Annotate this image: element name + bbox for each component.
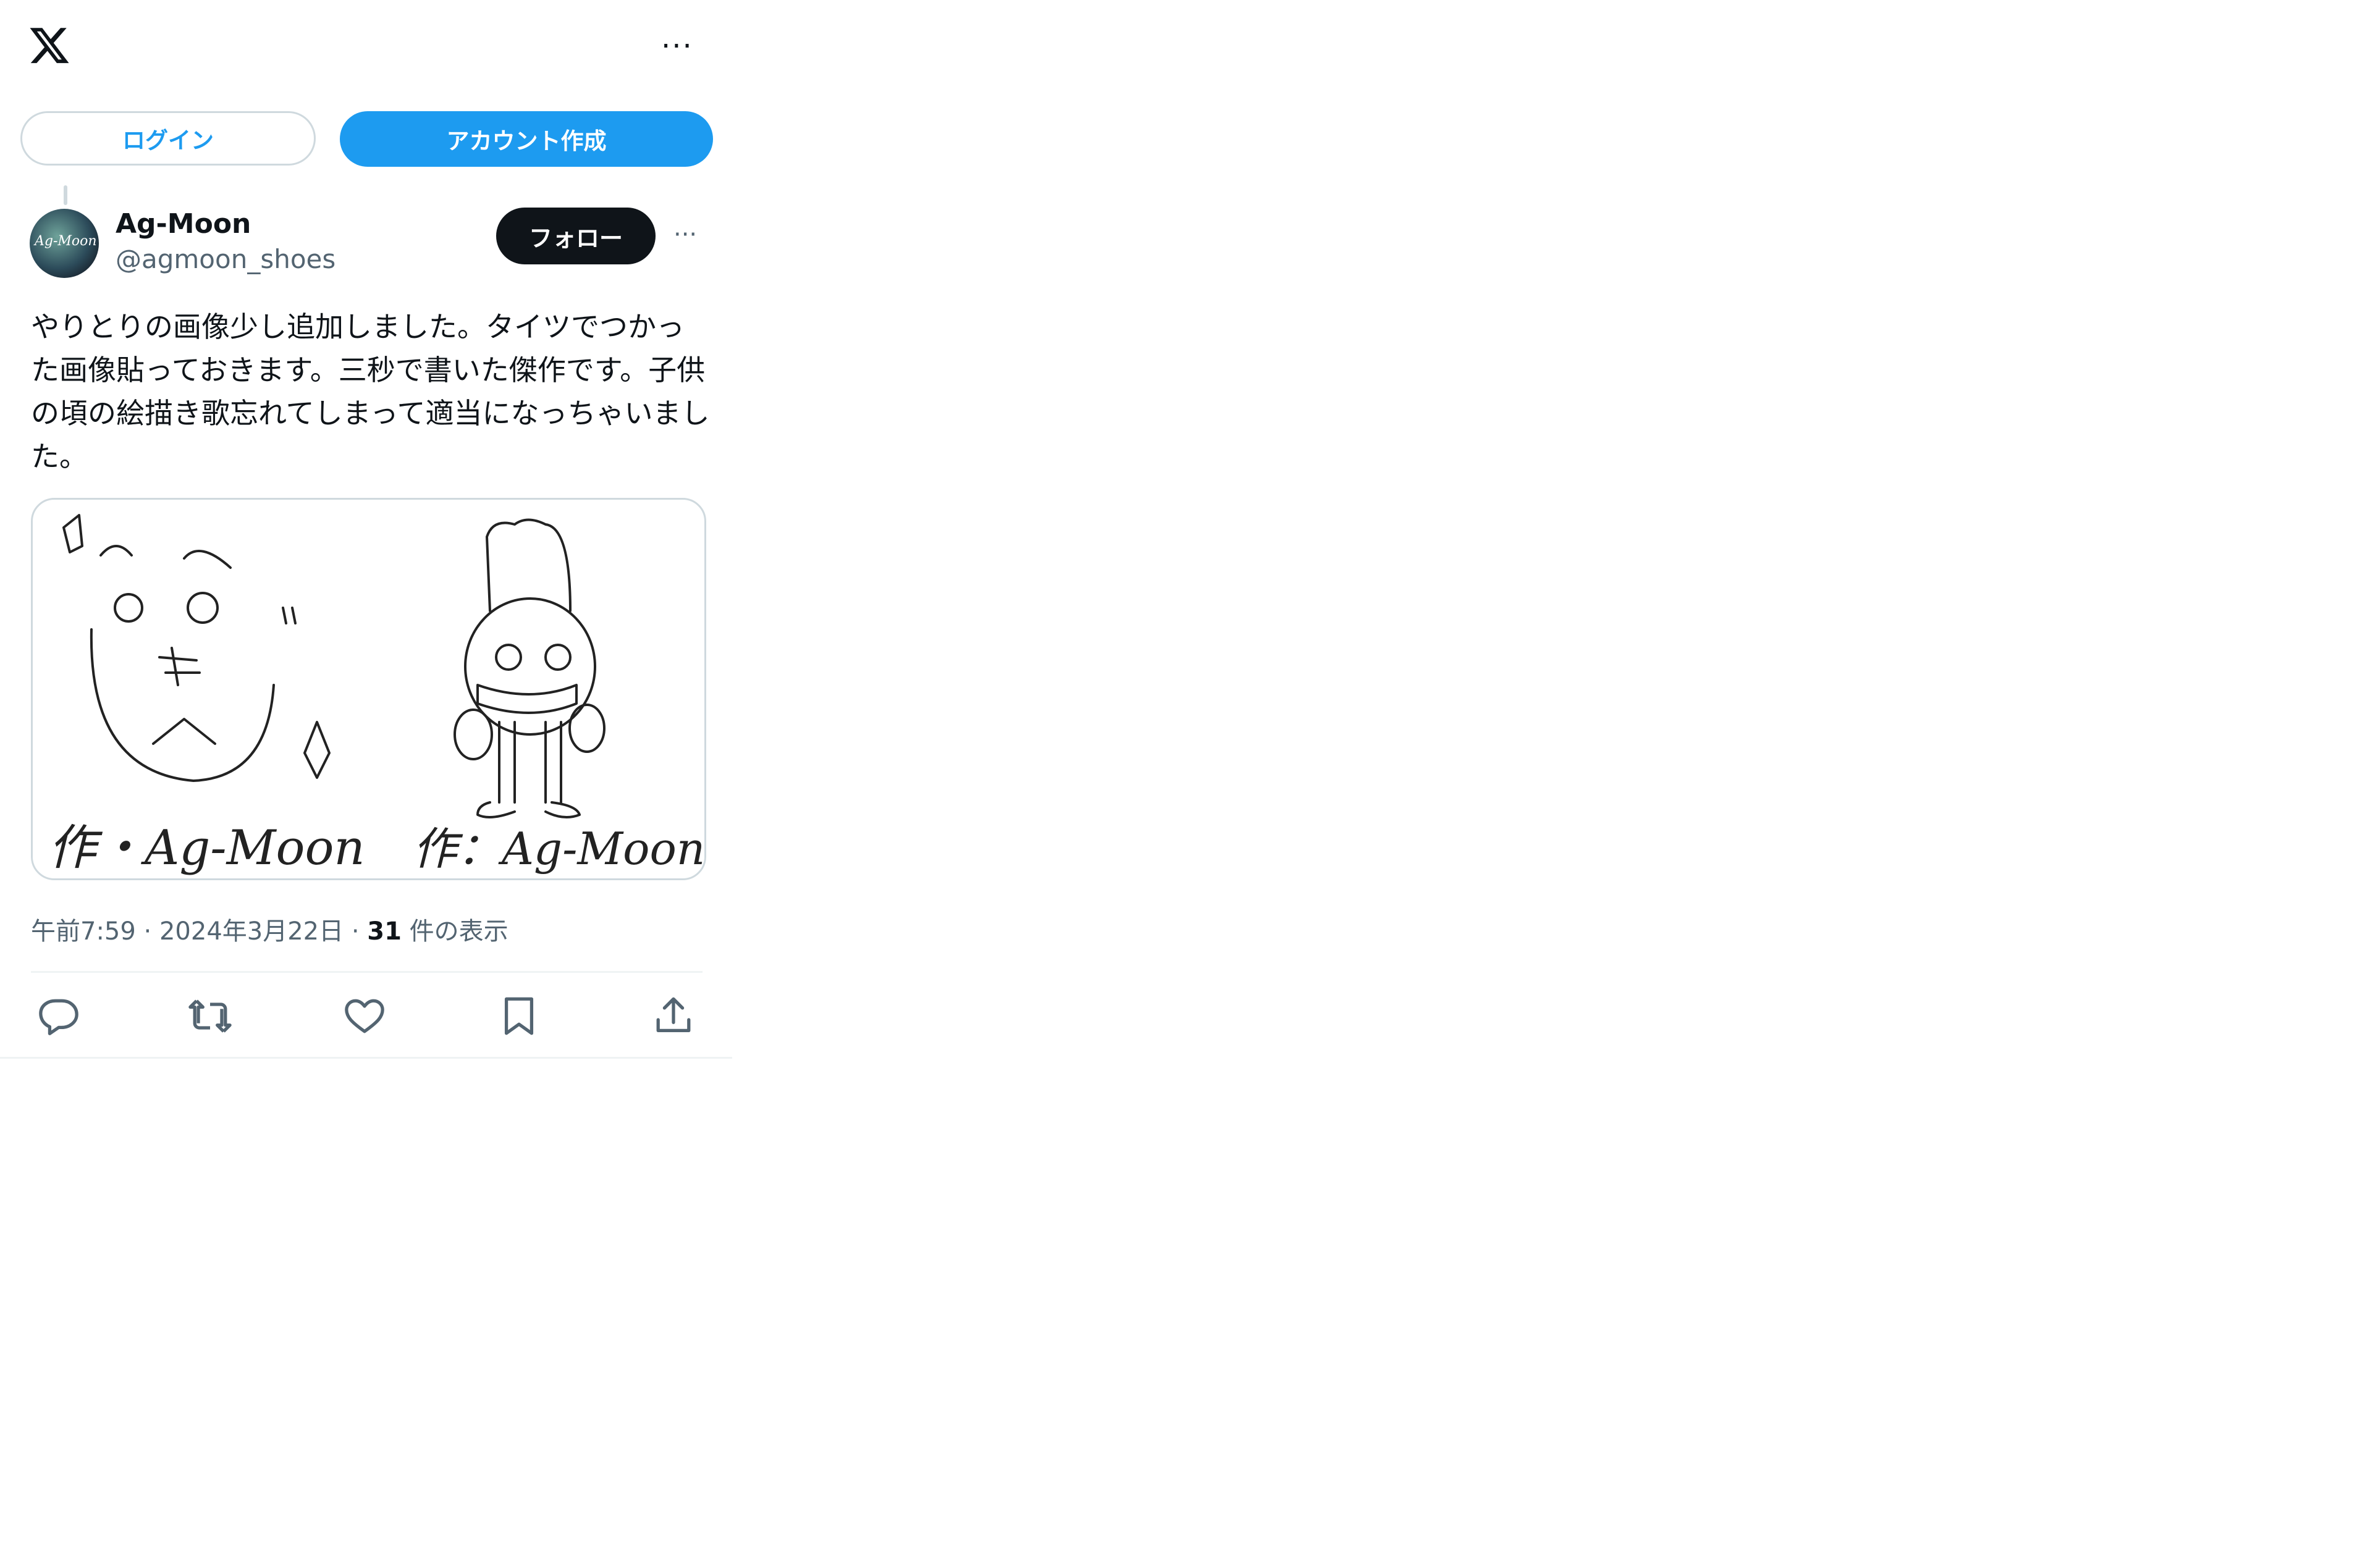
avatar-logo-text: Ag-Moon (35, 233, 97, 249)
signature-left: 作・Ag-Moon (48, 820, 365, 876)
right-eyebrow (183, 550, 232, 569)
sparkle-doodle-right (303, 721, 331, 779)
share-icon[interactable] (652, 994, 695, 1038)
more-options-icon[interactable]: ··· (661, 32, 693, 61)
login-button[interactable]: ログイン (20, 111, 316, 166)
thread-connector (64, 185, 67, 205)
post-meta: 午前7:59 · 2024年3月22日 · 31 件の表示 (31, 911, 508, 947)
dakuten-mark (282, 607, 297, 624)
post-text: やりとりの画像少し追加しました。タイツでつかった画像貼っておきます。三秒で書いた… (31, 310, 710, 473)
create-account-button[interactable]: アカウント作成 (340, 111, 713, 167)
x-logo-icon[interactable] (28, 23, 71, 67)
post-image[interactable]: 作・Ag-Moon 作：Ag-Moon (31, 498, 706, 880)
meta-separator: · (344, 917, 368, 946)
post-date[interactable]: 2024年3月22日 (159, 917, 344, 946)
signature-right: 作：Ag-Moon (413, 823, 704, 875)
character-right-hand (568, 704, 606, 753)
character-left-hand (454, 708, 493, 760)
author-handle[interactable]: @agmoon_shoes (116, 244, 335, 274)
left-eye (114, 593, 143, 623)
avatar[interactable]: Ag-Moon (30, 209, 99, 278)
nose-mo (158, 647, 201, 686)
sparkle-doodle-left (62, 514, 83, 553)
drawing-illustration: 作・Ag-Moon 作：Ag-Moon (48, 514, 704, 876)
character-right-eye (544, 644, 572, 671)
author-display-name[interactable]: Ag-Moon (116, 208, 251, 240)
like-icon[interactable] (343, 994, 386, 1038)
top-bar: ··· (0, 0, 732, 93)
auth-row: ログイン アカウント作成 (0, 111, 732, 170)
reply-icon[interactable] (37, 994, 80, 1038)
action-bar (31, 988, 703, 1044)
repost-icon[interactable] (188, 994, 232, 1038)
character-left-eye (495, 644, 522, 671)
divider (31, 971, 703, 973)
bookmark-icon[interactable] (497, 994, 541, 1038)
follow-button[interactable]: フォロー (496, 208, 656, 264)
mouth-he (152, 718, 216, 745)
left-eyebrow (99, 545, 133, 557)
character-mouth (476, 684, 578, 714)
views-count: 31 (367, 917, 402, 946)
post-more-icon[interactable]: ··· (673, 222, 697, 247)
meta-separator: · (135, 917, 159, 946)
face-outline (90, 628, 275, 782)
character-left-foot (476, 801, 516, 818)
views-label: 件の表示 (401, 917, 508, 946)
divider (0, 1057, 732, 1059)
post-time[interactable]: 午前7:59 (31, 917, 136, 946)
chef-hat (486, 518, 572, 612)
right-eye (187, 592, 219, 624)
character-right-foot (544, 801, 581, 818)
